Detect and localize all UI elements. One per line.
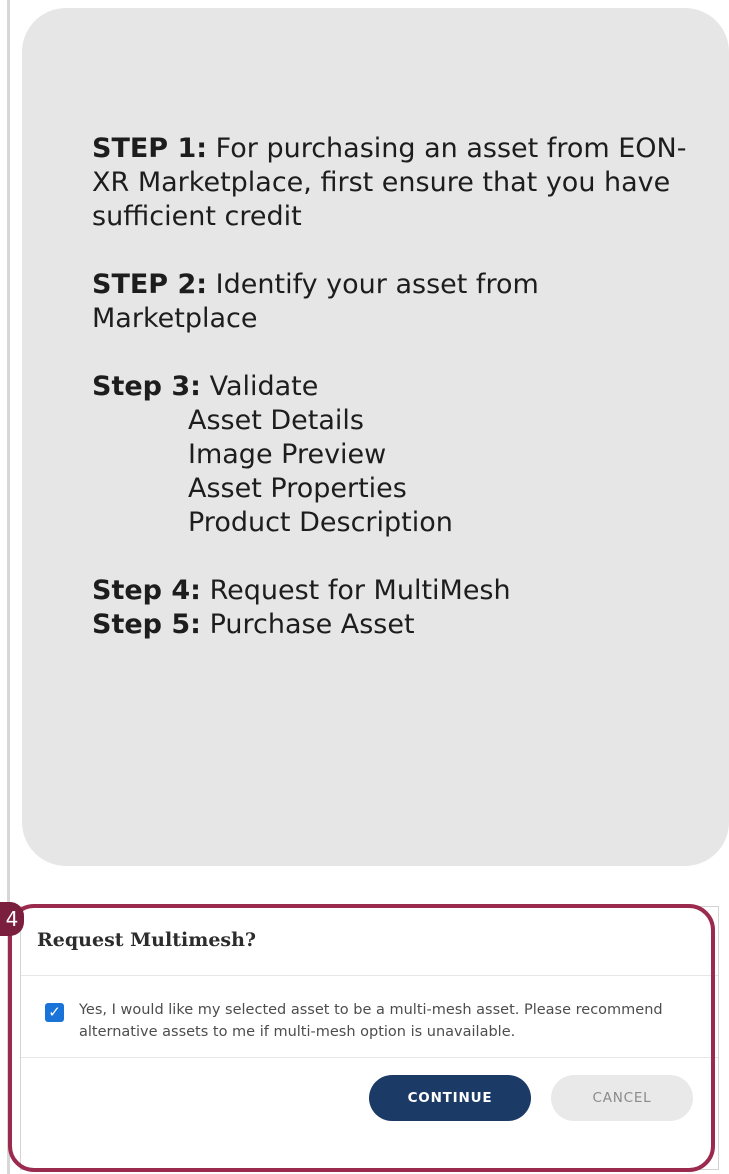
step-5-label: Step 5: bbox=[92, 609, 201, 640]
step-4-label: Step 4: bbox=[92, 575, 201, 606]
callout-number-badge: 4 bbox=[0, 902, 24, 936]
step-3-label: Step 3: bbox=[92, 371, 201, 402]
checkmark-icon: ✓ bbox=[48, 1003, 61, 1021]
step-4-text: Request for MultiMesh bbox=[200, 575, 511, 606]
step-5-text: Purchase Asset bbox=[200, 609, 415, 640]
dialog-footer-divider bbox=[21, 1057, 718, 1058]
steps-card: STEP 1: For purchasing an asset from EON… bbox=[22, 8, 729, 866]
cancel-button[interactable]: CANCEL bbox=[551, 1075, 693, 1121]
step-1-label: STEP 1: bbox=[92, 133, 208, 164]
step-3-item-image-preview: Image Preview bbox=[188, 439, 387, 470]
request-multimesh-dialog: Request Multimesh? ✓ Yes, I would like m… bbox=[20, 906, 719, 1170]
step-3-item-asset-properties: Asset Properties bbox=[188, 473, 407, 504]
dialog-header-divider bbox=[21, 975, 718, 976]
step-2-label: STEP 2: bbox=[92, 269, 208, 300]
step-3-text: Validate bbox=[200, 371, 319, 402]
step-5: Step 5: Purchase Asset bbox=[92, 608, 689, 642]
step-3-item-asset-details: Asset Details bbox=[188, 405, 364, 436]
continue-button[interactable]: CONTINUE bbox=[369, 1075, 531, 1121]
multimesh-message: Yes, I would like my selected asset to b… bbox=[79, 1002, 663, 1040]
dialog-title: Request Multimesh? bbox=[37, 929, 257, 951]
step-2: STEP 2: Identify your asset from Marketp… bbox=[92, 268, 689, 336]
step-3: Step 3: Validate Asset Details Image Pre… bbox=[92, 370, 689, 540]
multimesh-checkbox[interactable]: ✓ bbox=[45, 1003, 64, 1022]
step-3-item-product-description: Product Description bbox=[188, 507, 453, 538]
left-edge-rule bbox=[0, 0, 12, 1174]
step-1: STEP 1: For purchasing an asset from EON… bbox=[92, 132, 689, 234]
step-4: Step 4: Request for MultiMesh bbox=[92, 574, 689, 608]
